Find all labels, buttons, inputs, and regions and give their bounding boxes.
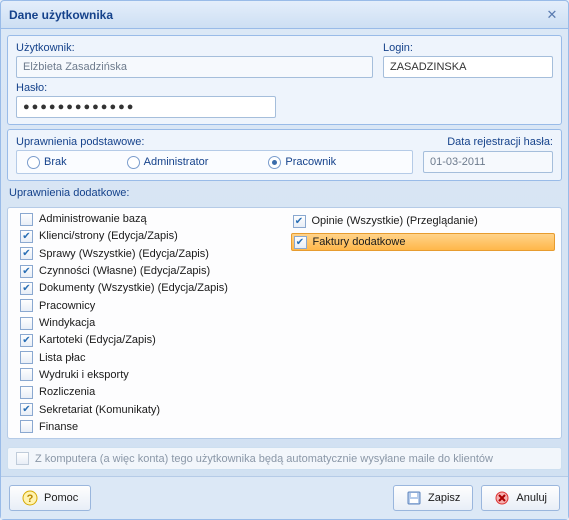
- perm-label: Opinie (Wszystkie) (Przeglądanie): [312, 215, 478, 227]
- extra-perm-panel: Administrowanie bazą Klienci/strony (Edyc…: [7, 207, 562, 439]
- perm-checkbox[interactable]: [20, 334, 33, 347]
- perm-item[interactable]: Administrowanie bazą: [18, 212, 283, 226]
- perm-checkbox[interactable]: [20, 247, 33, 260]
- save-icon: [406, 490, 422, 506]
- auto-mail-row: Z komputera (a więc konta) tego użytkown…: [7, 447, 562, 470]
- perm-item[interactable]: Kartoteki (Edycja/Zapis): [18, 333, 283, 347]
- user-panel: Użytkownik: Login: Hasło:: [7, 35, 562, 125]
- perm-checkbox[interactable]: [20, 213, 33, 226]
- perm-label: Klienci/strony (Edycja/Zapis): [39, 230, 178, 242]
- perm-checkbox[interactable]: [20, 420, 33, 433]
- help-icon: ?: [22, 490, 38, 506]
- password-label: Hasło:: [16, 82, 276, 94]
- perm-item[interactable]: Dokumenty (Wszystkie) (Edycja/Zapis): [18, 281, 283, 295]
- help-button-label: Pomoc: [44, 492, 78, 504]
- basic-perm-panel: Uprawnienia podstawowe: Data rejestracji…: [7, 129, 562, 181]
- user-field[interactable]: [16, 56, 373, 78]
- perm-label: Sekretariat (Komunikaty): [39, 404, 160, 416]
- radio-icon: [127, 156, 140, 169]
- cancel-icon: [494, 490, 510, 506]
- radio-admin[interactable]: Administrator: [127, 156, 209, 169]
- perm-label: Pracownicy: [39, 300, 95, 312]
- auto-mail-label: Z komputera (a więc konta) tego użytkown…: [35, 453, 493, 465]
- perm-checkbox[interactable]: [20, 282, 33, 295]
- perm-item[interactable]: Sprawy (Wszystkie) (Edycja/Zapis): [18, 247, 283, 261]
- perm-label: Wydruki i eksporty: [39, 369, 129, 381]
- perm-item[interactable]: Finanse: [18, 420, 283, 434]
- login-field[interactable]: [383, 56, 553, 78]
- radio-none-label: Brak: [44, 156, 67, 168]
- user-data-window: Dane użytkownika ✕ Użytkownik: Login: Ha…: [0, 0, 569, 520]
- radio-icon: [27, 156, 40, 169]
- perm-checkbox[interactable]: [20, 351, 33, 364]
- password-field[interactable]: [16, 96, 276, 118]
- auto-mail-checkbox[interactable]: [16, 452, 29, 465]
- regdate-field[interactable]: [423, 151, 553, 173]
- perm-checkbox[interactable]: [20, 386, 33, 399]
- perm-label: Rozliczenia: [39, 386, 95, 398]
- cancel-button[interactable]: Anuluj: [481, 485, 560, 511]
- perm-label: Kartoteki (Edycja/Zapis): [39, 334, 156, 346]
- perm-label: Sprawy (Wszystkie) (Edycja/Zapis): [39, 248, 209, 260]
- user-label: Użytkownik:: [16, 42, 373, 54]
- save-button-label: Zapisz: [428, 492, 460, 504]
- perm-item[interactable]: Lista płac: [18, 351, 283, 365]
- perm-checkbox[interactable]: [293, 215, 306, 228]
- perm-label: Faktury dodatkowe: [313, 236, 406, 248]
- close-icon[interactable]: ✕: [544, 7, 560, 23]
- perm-item[interactable]: Sekretariat (Komunikaty): [18, 402, 283, 416]
- regdate-label: Data rejestracji hasła:: [423, 136, 553, 148]
- perm-checkbox[interactable]: [20, 403, 33, 416]
- perm-item[interactable]: Wydruki i eksporty: [18, 368, 283, 382]
- perm-item[interactable]: Faktury dodatkowe: [291, 233, 556, 251]
- perm-label: Administrowanie bazą: [39, 213, 147, 225]
- perm-item[interactable]: Windykacja: [18, 316, 283, 330]
- radio-worker[interactable]: Pracownik: [268, 156, 336, 169]
- perm-item[interactable]: Opinie (Wszystkie) (Przeglądanie): [291, 212, 556, 230]
- perm-label: Windykacja: [39, 317, 95, 329]
- radio-icon: [268, 156, 281, 169]
- perm-col-left: Administrowanie bazą Klienci/strony (Edyc…: [18, 212, 283, 434]
- perm-label: Dokumenty (Wszystkie) (Edycja/Zapis): [39, 282, 228, 294]
- perm-item[interactable]: Rozliczenia: [18, 385, 283, 399]
- basic-perm-label: Uprawnienia podstawowe:: [16, 136, 413, 148]
- radio-admin-label: Administrator: [144, 156, 209, 168]
- window-body: Użytkownik: Login: Hasło: Uprawnienia po…: [1, 29, 568, 476]
- login-label: Login:: [383, 42, 553, 54]
- perm-checkbox[interactable]: [20, 230, 33, 243]
- perm-col-right: Opinie (Wszystkie) (Przeglądanie) Faktury…: [291, 212, 556, 434]
- perm-checkbox[interactable]: [20, 368, 33, 381]
- perm-label: Lista płac: [39, 352, 85, 364]
- window-title: Dane użytkownika: [9, 8, 544, 22]
- perm-checkbox[interactable]: [20, 265, 33, 278]
- radio-none[interactable]: Brak: [27, 156, 67, 169]
- radio-worker-label: Pracownik: [285, 156, 336, 168]
- perm-item[interactable]: Klienci/strony (Edycja/Zapis): [18, 229, 283, 243]
- extra-perm-label: Uprawnienia dodatkowe:: [9, 187, 562, 199]
- footer: ? Pomoc Zapisz Anuluj: [1, 476, 568, 519]
- cancel-button-label: Anuluj: [516, 492, 547, 504]
- save-button[interactable]: Zapisz: [393, 485, 473, 511]
- perm-item[interactable]: Pracownicy: [18, 299, 283, 313]
- perm-checkbox[interactable]: [20, 317, 33, 330]
- help-button[interactable]: ? Pomoc: [9, 485, 91, 511]
- perm-label: Finanse: [39, 421, 78, 433]
- svg-text:?: ?: [27, 493, 34, 505]
- perm-checkbox[interactable]: [20, 299, 33, 312]
- perm-label: Czynności (Własne) (Edycja/Zapis): [39, 265, 210, 277]
- perm-item[interactable]: Czynności (Własne) (Edycja/Zapis): [18, 264, 283, 278]
- titlebar: Dane użytkownika ✕: [1, 1, 568, 29]
- perm-checkbox[interactable]: [294, 236, 307, 249]
